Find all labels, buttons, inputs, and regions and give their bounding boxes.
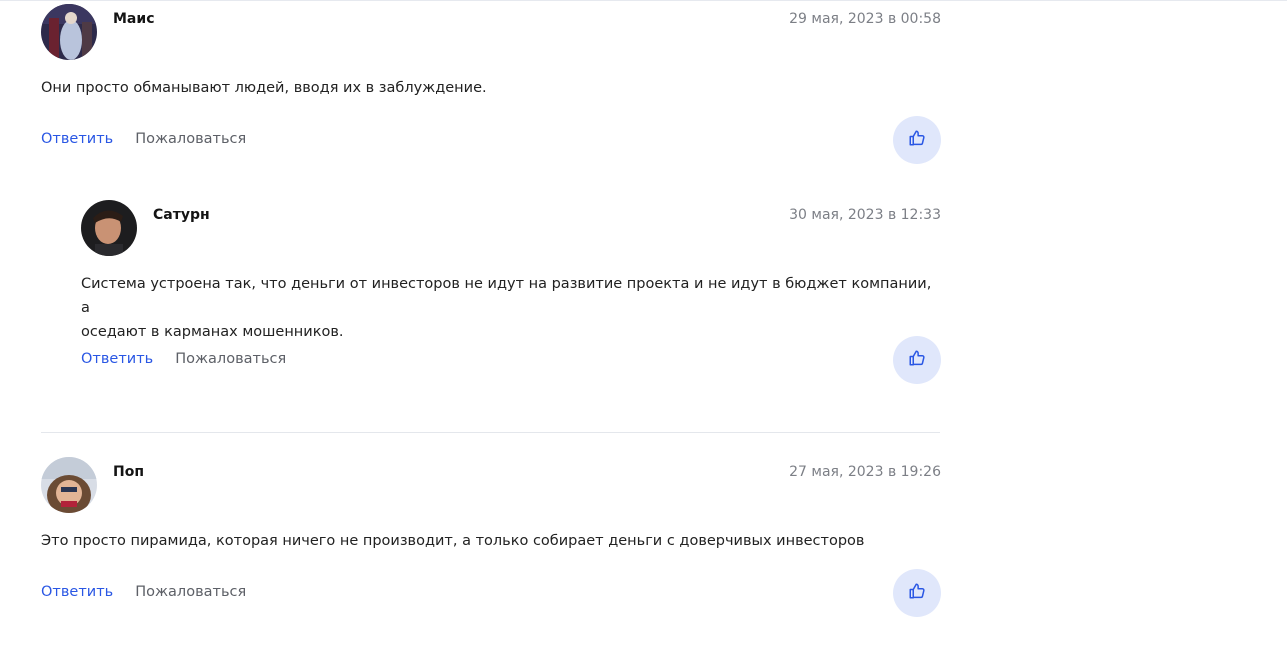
- comment-actions: Ответить Пожаловаться: [81, 351, 286, 371]
- comment-date: 29 мая, 2023 в 00:58: [789, 11, 941, 27]
- thread-divider: [41, 432, 940, 433]
- thumbs-up-icon: [908, 129, 926, 151]
- like-button[interactable]: [893, 336, 941, 384]
- complain-button[interactable]: Пожаловаться: [135, 584, 246, 600]
- reply-button[interactable]: Ответить: [41, 131, 113, 147]
- reply-button[interactable]: Ответить: [81, 351, 153, 367]
- comment-text: Система устроена так, что деньги от инве…: [81, 272, 941, 344]
- avatar[interactable]: [81, 200, 137, 256]
- comment-actions: Ответить Пожаловаться: [41, 584, 246, 604]
- complain-button[interactable]: Пожаловаться: [175, 351, 286, 367]
- like-button[interactable]: [893, 116, 941, 164]
- top-divider: [0, 0, 1287, 1]
- comment-text-line: Система устроена так, что деньги от инве…: [81, 276, 932, 316]
- thumbs-up-icon: [908, 582, 926, 604]
- complain-button[interactable]: Пожаловаться: [135, 131, 246, 147]
- comment-text: Они просто обманывают людей, вводя их в …: [41, 80, 487, 96]
- thumbs-up-icon: [908, 349, 926, 371]
- avatar[interactable]: [41, 4, 97, 60]
- comment-date: 27 мая, 2023 в 19:26: [789, 464, 941, 480]
- comment-author[interactable]: Сатурн: [153, 207, 210, 223]
- reply-button[interactable]: Ответить: [41, 584, 113, 600]
- comment-date: 30 мая, 2023 в 12:33: [789, 207, 941, 223]
- comment-item: Маис 29 мая, 2023 в 00:58 Они просто обм…: [41, 4, 941, 168]
- comment-text-line: оседают в карманах мошенников.: [81, 324, 344, 340]
- comment-reply-item: Сатурн 30 мая, 2023 в 12:33 Система устр…: [81, 200, 941, 386]
- like-button[interactable]: [893, 569, 941, 617]
- avatar[interactable]: [41, 457, 97, 513]
- comment-author[interactable]: Поп: [113, 464, 144, 480]
- comment-author[interactable]: Маис: [113, 11, 155, 27]
- comment-text: Это просто пирамида, которая ничего не п…: [41, 533, 865, 549]
- comment-item: Поп 27 мая, 2023 в 19:26 Это просто пира…: [41, 457, 941, 621]
- comment-actions: Ответить Пожаловаться: [41, 131, 246, 151]
